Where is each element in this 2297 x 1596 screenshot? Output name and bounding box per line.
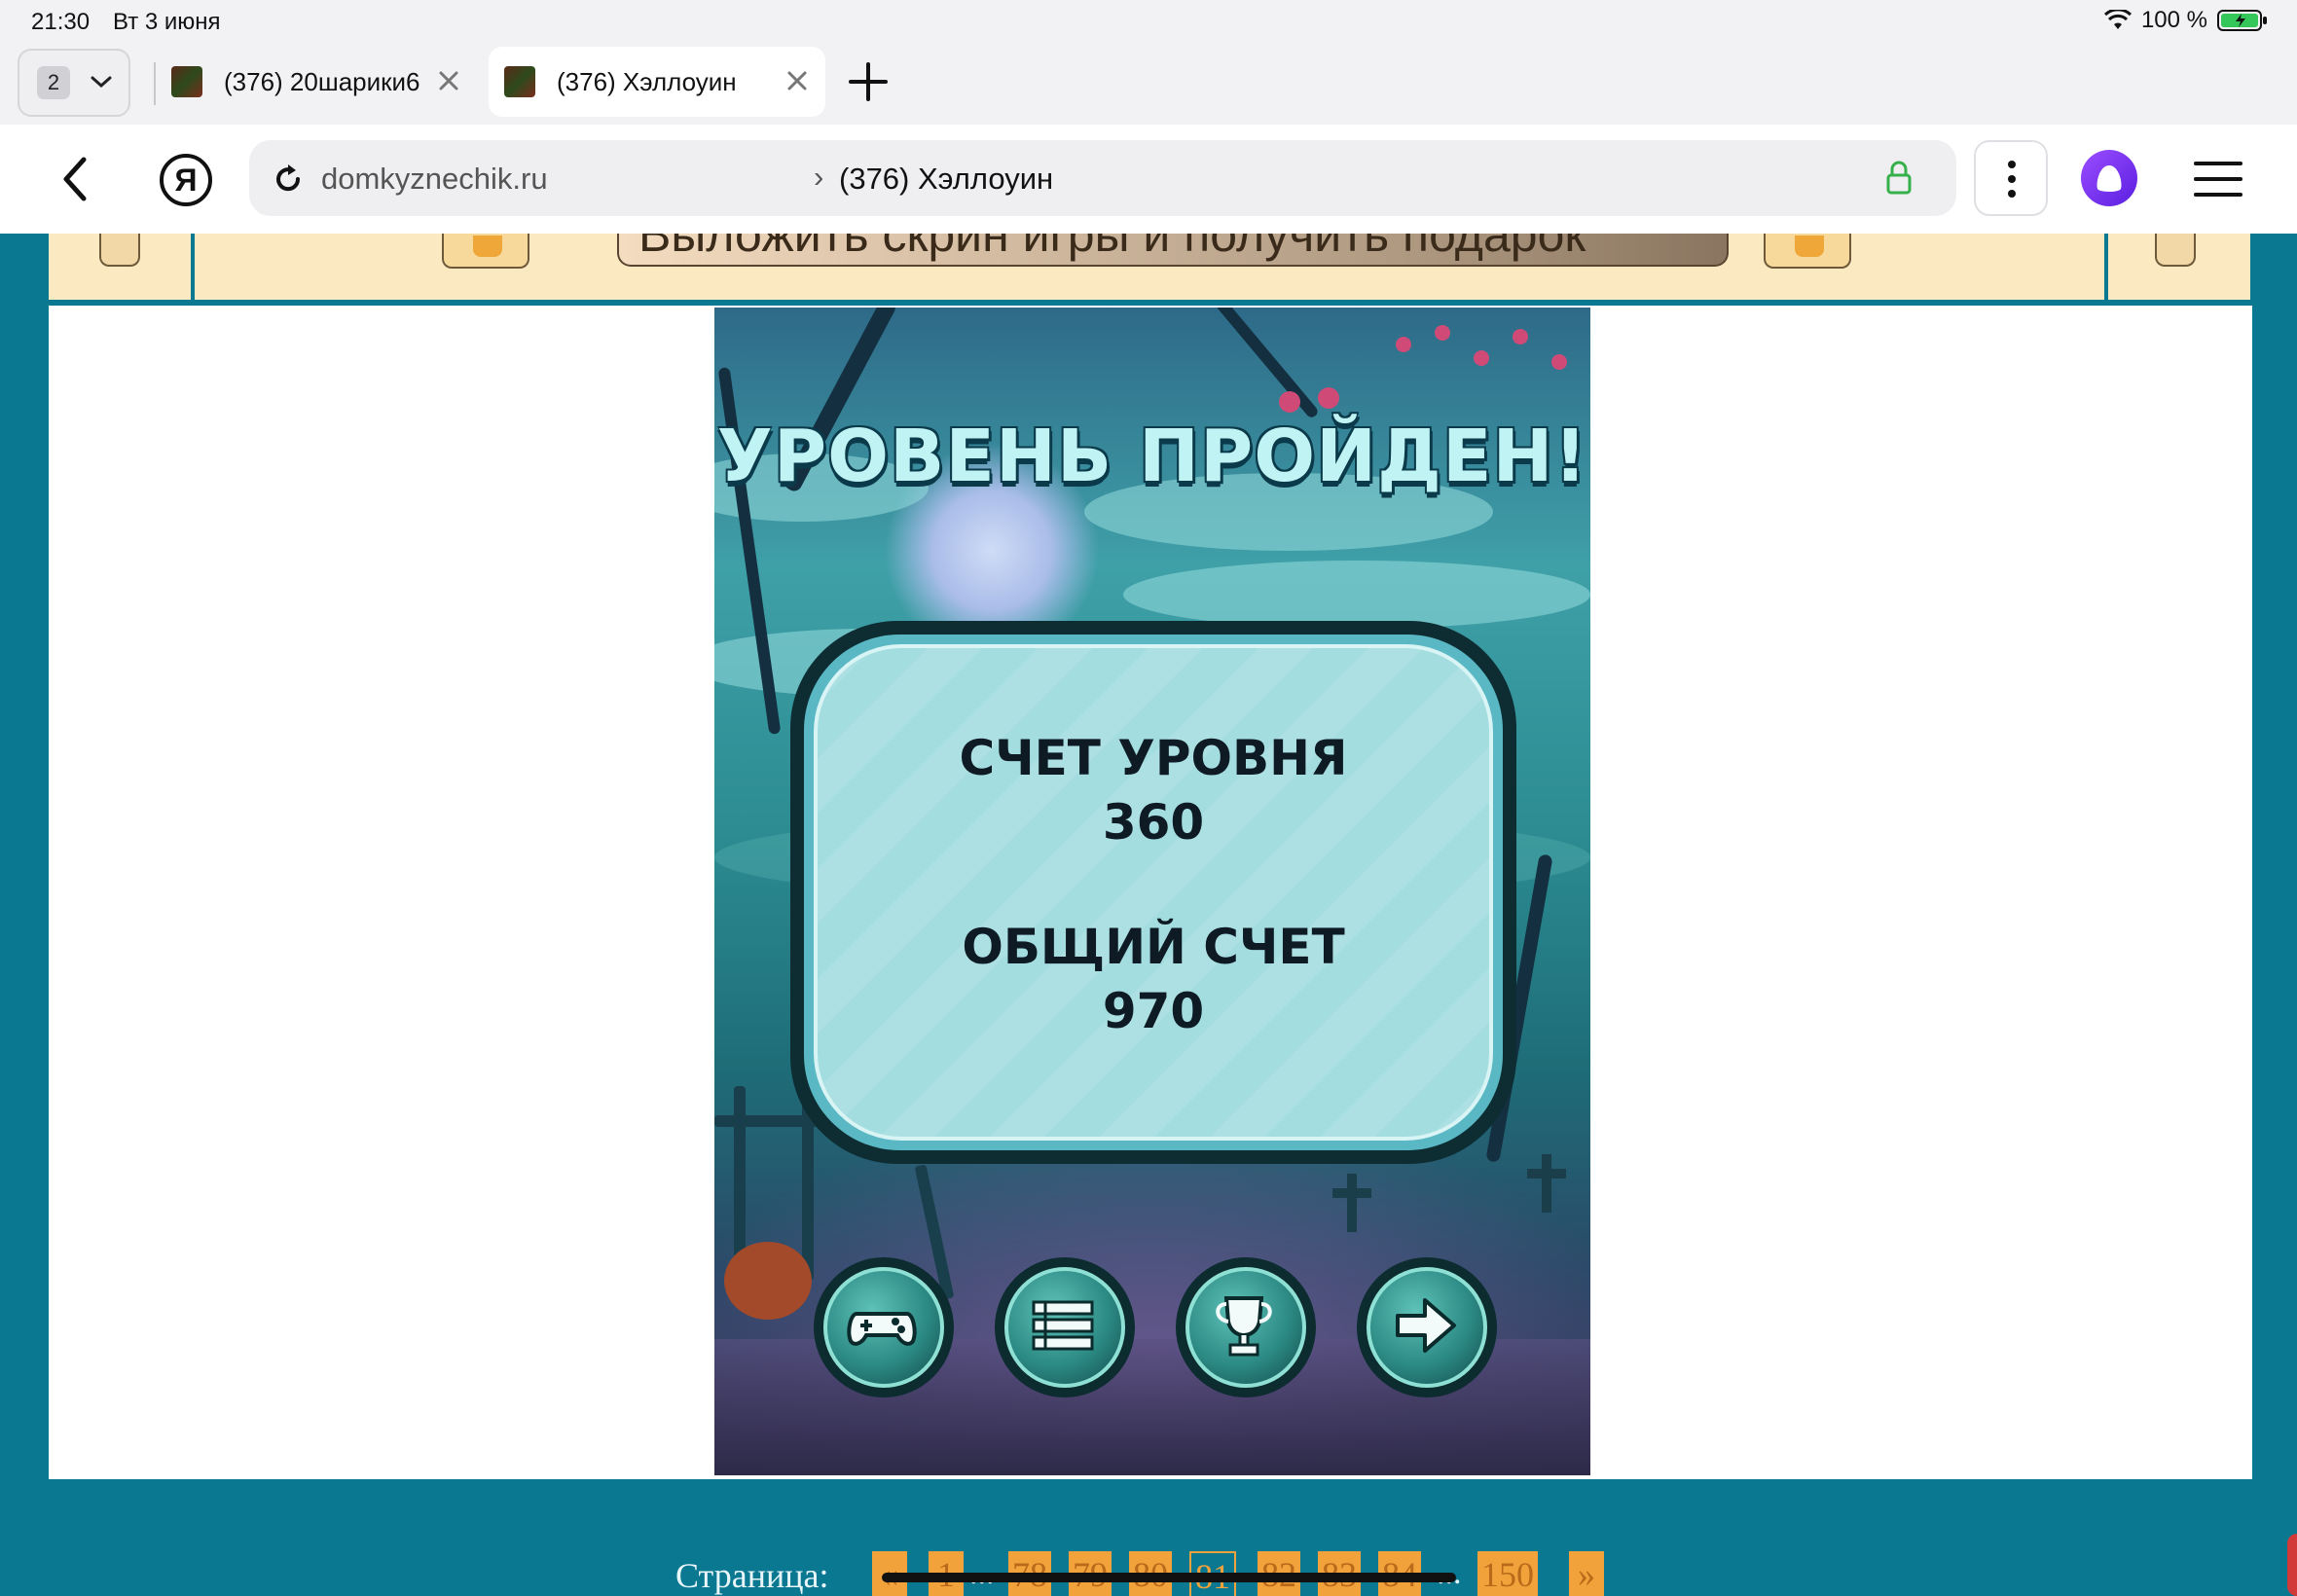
close-icon[interactable] (434, 66, 463, 95)
blossom-decoration (1474, 350, 1489, 366)
more-options-button[interactable] (1974, 140, 2048, 216)
leaderboard-button-ring (1185, 1267, 1306, 1388)
pagination-label: Страница: (675, 1556, 829, 1595)
blossom-decoration (1551, 354, 1567, 370)
address-bar[interactable]: domkyznechik.ru › (376) Хэллоуин (249, 140, 1956, 216)
levels-button[interactable] (995, 1257, 1135, 1397)
banner-decoration (2155, 234, 2196, 267)
next-level-button[interactable] (1357, 1257, 1497, 1397)
status-right: 100 % (2103, 7, 2268, 34)
hamburger-menu-icon[interactable] (2194, 160, 2242, 199)
wifi-icon (2103, 10, 2132, 29)
blossom-decoration (1396, 337, 1411, 352)
browser-tab-1[interactable]: (376) 20шарики6 (156, 47, 477, 117)
navigation-bar: Я domkyznechik.ru › (376) Хэллоуин (0, 125, 2297, 234)
cloud-decoration (1123, 561, 1590, 629)
leaderboard-button[interactable] (1176, 1257, 1316, 1397)
status-bar: 21:30 Вт 3 июня 100 % (0, 0, 2297, 43)
grave-cross-decoration (1347, 1174, 1357, 1232)
new-tab-button[interactable] (847, 60, 890, 103)
level-score-label: СЧЕТ УРОВНЯ (959, 730, 1348, 786)
banner-text: Выложить скрин игры и получить подарок (638, 234, 1586, 262)
branch-decoration (1210, 308, 1321, 420)
gamepad-icon (847, 1312, 917, 1346)
reload-icon[interactable] (271, 162, 306, 197)
home-indicator[interactable] (882, 1573, 1456, 1582)
levels-button-ring (1004, 1267, 1125, 1388)
gift-icon (1764, 234, 1851, 269)
blossom-decoration (1318, 387, 1339, 409)
banner-divider (191, 234, 195, 300)
grave-cross-decoration (1542, 1154, 1551, 1213)
chevron-down-icon (91, 76, 112, 89)
battery-percent: 100 % (2140, 7, 2207, 33)
side-tab[interactable] (2287, 1534, 2297, 1596)
tab-switcher-button[interactable]: 2 (18, 49, 130, 117)
tab-strip: 2 (376) 20шарики6 (376) Хэллоуин (0, 43, 2297, 125)
site-banner: Выложить скрин игры и получить подарок (49, 234, 2250, 300)
score-panel: СЧЕТ УРОВНЯ 360 ОБЩИЙ СЧЕТ 970 (790, 621, 1516, 1164)
total-score-value: 970 (1102, 983, 1205, 1039)
tab-count: 2 (37, 66, 70, 99)
next-level-button-ring (1367, 1267, 1487, 1388)
score-panel-inner: СЧЕТ УРОВНЯ 360 ОБЩИЙ СЧЕТ 970 (814, 644, 1493, 1141)
close-icon[interactable] (783, 66, 812, 95)
blossom-decoration (1435, 325, 1450, 341)
url-separator: › (814, 160, 824, 194)
arrow-right-icon (1396, 1298, 1456, 1353)
lock-icon[interactable] (1884, 160, 1914, 197)
favicon-icon (171, 66, 202, 97)
url-page-title: (376) Хэллоуин (839, 162, 1054, 196)
share-screenshot-button[interactable]: Выложить скрин игры и получить подарок (617, 234, 1729, 267)
banner-divider (2104, 234, 2108, 300)
play-button[interactable] (814, 1257, 954, 1397)
more-vertical-icon (2008, 161, 2016, 198)
list-icon (1032, 1300, 1094, 1351)
tab-title: (376) 20шарики6 (224, 66, 420, 96)
tab-title: (376) Хэллоуин (557, 66, 737, 96)
pagination-next[interactable]: » (1569, 1551, 1604, 1596)
browser-tab-2[interactable]: (376) Хэллоуин (489, 47, 825, 117)
status-time: 21:30 (31, 9, 91, 35)
status-date: Вт 3 июня (113, 9, 221, 35)
favicon-icon (504, 66, 535, 97)
battery-icon (2217, 10, 2267, 31)
blossom-decoration (1279, 391, 1300, 413)
back-button[interactable] (56, 154, 95, 204)
pagination: Страница: « 1 ... 78 79 80 81 82 83 84 .… (0, 1545, 2297, 1596)
level-score-value: 360 (1102, 794, 1205, 851)
gift-icon (442, 234, 529, 269)
play-button-ring (823, 1267, 944, 1388)
blossom-decoration (1513, 329, 1528, 345)
grave-cross-decoration (1527, 1169, 1566, 1179)
pumpkin-decoration (724, 1242, 812, 1320)
trophy-icon (1216, 1296, 1272, 1357)
alice-assistant-button[interactable] (2081, 150, 2137, 206)
pagination-last[interactable]: 150 (1477, 1551, 1538, 1596)
game-canvas[interactable]: УРОВЕНЬ ПРОЙДЕН! СЧЕТ УРОВНЯ 360 ОБЩИЙ С… (714, 308, 1590, 1475)
url-domain: domkyznechik.ru (321, 162, 548, 196)
total-score-label: ОБЩИЙ СЧЕТ (962, 919, 1345, 975)
banner-decoration (99, 234, 140, 267)
grave-cross-decoration (1332, 1188, 1371, 1198)
score-panel-border: СЧЕТ УРОВНЯ 360 ОБЩИЙ СЧЕТ 970 (804, 635, 1503, 1150)
level-complete-title: УРОВЕНЬ ПРОЙДЕН! (716, 415, 1588, 498)
yandex-button[interactable]: Я (160, 154, 212, 206)
alice-icon (2096, 165, 2122, 192)
